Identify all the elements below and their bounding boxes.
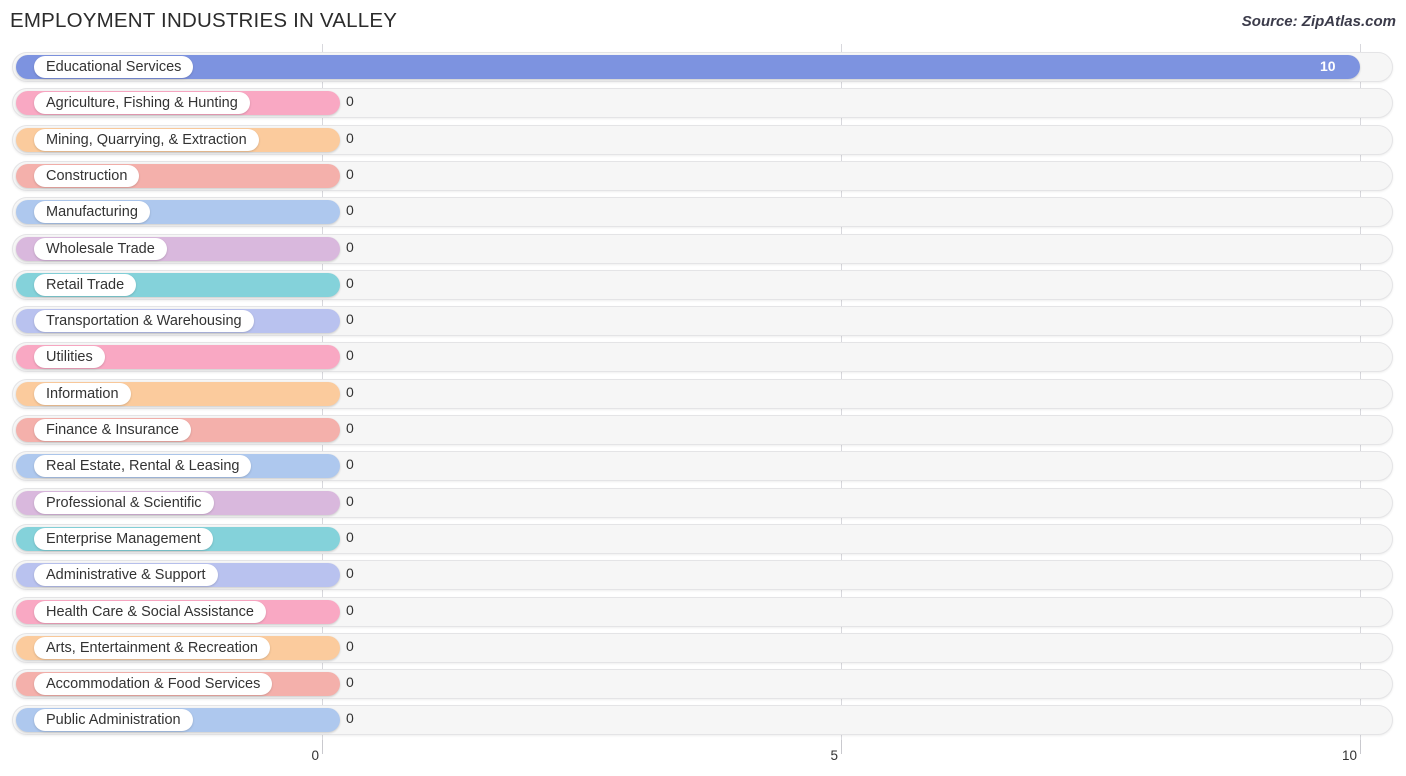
bar-category-label: Agriculture, Fishing & Hunting bbox=[34, 92, 250, 115]
x-tick-mark bbox=[841, 740, 842, 754]
bar-value-label: 0 bbox=[346, 528, 354, 545]
bar-category-label: Educational Services bbox=[34, 56, 194, 78]
bar-value-label: 0 bbox=[346, 311, 354, 328]
bar-category-label: Professional & Scientific bbox=[34, 491, 214, 514]
bar-category-label: Finance & Insurance bbox=[34, 419, 191, 441]
bar-category-label: Arts, Entertainment & Recreation bbox=[34, 636, 270, 659]
bar-category-label: Enterprise Management bbox=[34, 527, 213, 550]
bar-value-label: 0 bbox=[346, 637, 354, 654]
bar-value-label: 0 bbox=[346, 601, 354, 618]
bar-category-label: Wholesale Trade bbox=[34, 237, 167, 260]
bar-value-label: 10 bbox=[1320, 58, 1336, 74]
bar-category-label: Manufacturing bbox=[34, 201, 150, 224]
bar-category-label: Mining, Quarrying, & Extraction bbox=[34, 128, 259, 151]
bar-value-label: 0 bbox=[346, 456, 354, 473]
bar-value-label: 0 bbox=[346, 129, 354, 146]
x-axis: 0 5 10 bbox=[0, 740, 1406, 776]
bar[interactable] bbox=[16, 55, 1360, 79]
bar-category-label: Retail Trade bbox=[34, 273, 137, 296]
source-attribution: Source: ZipAtlas.com bbox=[1241, 13, 1396, 30]
bar-category-label: Transportation & Warehousing bbox=[34, 310, 254, 333]
bar-category-label: Health Care & Social Assistance bbox=[34, 600, 266, 623]
x-tick-label: 0 bbox=[311, 748, 319, 763]
page-title: EMPLOYMENT INDUSTRIES IN VALLEY bbox=[10, 9, 398, 32]
bar-value-label: 0 bbox=[346, 274, 354, 291]
bar-category-label: Real Estate, Rental & Leasing bbox=[34, 455, 252, 478]
bar-category-label: Utilities bbox=[34, 346, 105, 369]
chart-root: EMPLOYMENT INDUSTRIES IN VALLEY Source: … bbox=[0, 0, 1406, 776]
bar-value-label: 0 bbox=[346, 565, 354, 582]
bar-value-label: 0 bbox=[346, 710, 354, 727]
bar-value-label: 0 bbox=[346, 420, 354, 436]
bar-value-label: 0 bbox=[346, 492, 354, 509]
x-tick-mark bbox=[322, 740, 323, 754]
bar-category-label: Accommodation & Food Services bbox=[34, 673, 273, 696]
bar-category-label: Public Administration bbox=[34, 709, 193, 732]
plot-area: Educational Services 10 Agriculture, Fishi… bbox=[0, 44, 1406, 740]
bar-value-label: 0 bbox=[346, 165, 354, 182]
bar-value-label: 0 bbox=[346, 202, 354, 219]
bar-category-label: Administrative & Support bbox=[34, 564, 218, 587]
bar-value-label: 0 bbox=[346, 674, 354, 691]
x-tick-label: 5 bbox=[830, 748, 838, 763]
bar-value-label: 0 bbox=[346, 93, 354, 110]
x-tick-mark bbox=[1360, 740, 1361, 754]
bar-value-label: 0 bbox=[346, 383, 354, 400]
bar-value-label: 0 bbox=[346, 347, 354, 364]
x-tick-label: 10 bbox=[1341, 748, 1357, 763]
bar-category-label: Construction bbox=[34, 164, 140, 187]
bar-value-label: 0 bbox=[346, 238, 354, 255]
bar-category-label: Information bbox=[34, 382, 131, 405]
